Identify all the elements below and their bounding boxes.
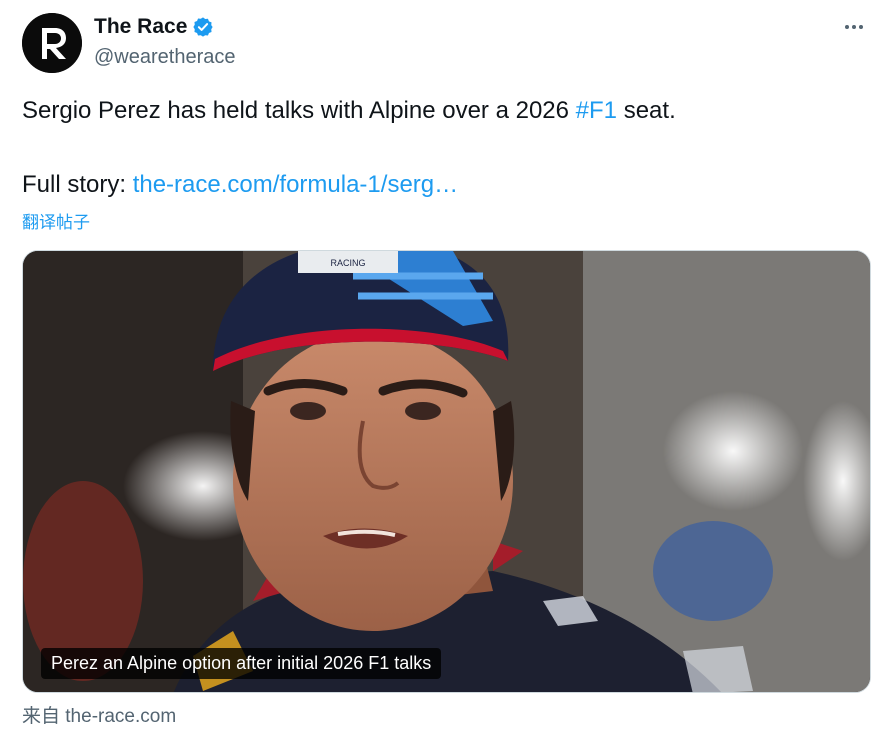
display-name[interactable]: The Race <box>94 15 187 39</box>
account-handle[interactable]: @wearetherace <box>94 46 235 69</box>
story-link[interactable]: the-race.com/formula-1/serg… <box>133 171 458 198</box>
hashtag-link[interactable]: #F1 <box>576 97 617 124</box>
verified-badge-icon <box>193 17 213 37</box>
card-photo: RACING <box>23 251 870 692</box>
tweet-text-line-2: Full story: the-race.com/formula-1/serg… <box>22 170 458 200</box>
translate-post-link[interactable]: 翻译帖子 <box>22 208 90 233</box>
card-caption: Perez an Alpine option after initial 202… <box>41 648 442 679</box>
full-story-label: Full story: <box>22 171 133 198</box>
tweet-text: Sergio Perez has held talks with Alpine … <box>22 97 576 124</box>
card-source[interactable]: 来自 the-race.com <box>22 701 176 728</box>
tweet-text-tail: seat. <box>617 97 676 124</box>
account-name-row[interactable]: The Race <box>94 15 214 39</box>
more-options-icon[interactable] <box>839 14 869 40</box>
link-card[interactable]: RACING Perez an Alpine option after init… <box>22 250 871 693</box>
the-race-logo <box>22 13 82 73</box>
cap-logo-text: RACING <box>330 258 365 268</box>
tweet-text-line-1: Sergio Perez has held talks with Alpine … <box>22 96 676 126</box>
account-avatar[interactable] <box>22 13 82 73</box>
